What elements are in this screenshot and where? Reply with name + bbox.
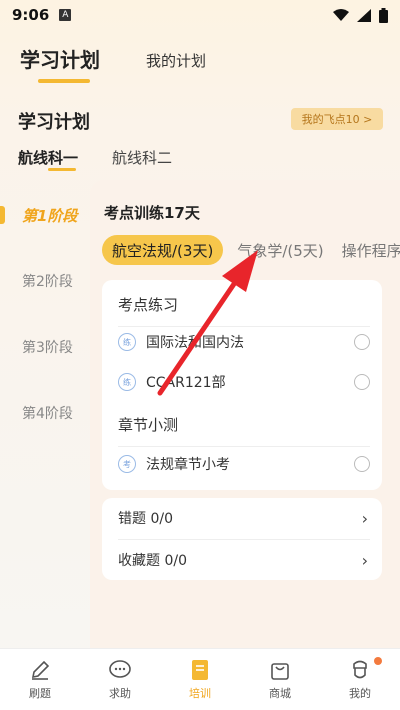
nav-item-store[interactable]: 商城 bbox=[240, 649, 320, 710]
list-item[interactable]: 考 法规章节小考 bbox=[118, 446, 370, 482]
chat-icon bbox=[109, 659, 131, 678]
fly-points-button[interactable]: 我的飞点10 > bbox=[291, 108, 383, 130]
tab-my-plan[interactable]: 我的计划 bbox=[146, 50, 206, 79]
nav-item-practice[interactable]: 刷题 bbox=[0, 649, 80, 710]
mistakes-row[interactable]: 错题 0/0 › bbox=[118, 498, 368, 538]
radio-circle[interactable] bbox=[354, 456, 370, 472]
wifi-icon bbox=[333, 8, 349, 21]
stage-item-4[interactable]: 第4阶段 bbox=[0, 380, 90, 446]
content-panel: 考点训练17天 航空法规/(3天) 气象学/(5天) 操作程序 考点练习 练 国… bbox=[90, 180, 400, 648]
nav-label: 刷题 bbox=[29, 686, 51, 700]
nav-item-training[interactable]: 培训 bbox=[160, 649, 240, 710]
section-title: 学习计划 bbox=[18, 112, 90, 133]
notification-dot bbox=[374, 657, 382, 665]
list-item[interactable]: 练 国际法和国内法 bbox=[118, 324, 370, 360]
list-item-label: CCAR121部 bbox=[146, 375, 226, 391]
radio-circle[interactable] bbox=[354, 334, 370, 350]
practice-card: 考点练习 练 国际法和国内法 练 CCAR121部 章节小测 考 法规章节小考 bbox=[102, 280, 382, 490]
radio-circle[interactable] bbox=[354, 374, 370, 390]
nav-label: 商城 bbox=[269, 686, 291, 700]
stage-item-2[interactable]: 第2阶段 bbox=[0, 248, 90, 314]
topic-tabs: 航空法规/(3天) 气象学/(5天) 操作程序 bbox=[102, 235, 400, 265]
panel-title: 考点训练17天 bbox=[104, 204, 200, 222]
chevron-right-icon: › bbox=[361, 550, 368, 570]
practice-icon: 练 bbox=[118, 333, 136, 351]
nav-label: 培训 bbox=[189, 686, 211, 700]
nav-label: 求助 bbox=[109, 686, 131, 700]
subject-tabs: 航线科一 航线科二 bbox=[18, 147, 172, 171]
bag-icon bbox=[271, 662, 289, 680]
tab-subject-2[interactable]: 航线科二 bbox=[112, 147, 172, 168]
nav-label: 我的 bbox=[349, 686, 371, 700]
quiz-section-title: 章节小测 bbox=[118, 416, 179, 434]
list-item-label: 国际法和国内法 bbox=[146, 335, 244, 351]
practice-icon: 练 bbox=[118, 373, 136, 391]
list-item-label: 法规章节小考 bbox=[146, 457, 230, 473]
stage-item-3[interactable]: 第3阶段 bbox=[0, 314, 90, 380]
topic-tab-meteorology[interactable]: 气象学/(5天) bbox=[233, 240, 327, 261]
practice-section-title: 考点练习 bbox=[118, 296, 179, 314]
nav-item-mine[interactable]: 我的 bbox=[320, 649, 400, 710]
bottom-nav: 刷题 求助 培训 商城 我的 bbox=[0, 648, 400, 710]
stage-list: 第1阶段 第2阶段 第3阶段 第4阶段 bbox=[0, 182, 90, 446]
nav-item-help[interactable]: 求助 bbox=[80, 649, 160, 710]
favorites-row[interactable]: 收藏题 0/0 › bbox=[118, 540, 368, 580]
battery-icon bbox=[379, 7, 388, 23]
status-time: 9:06 bbox=[12, 6, 50, 24]
notification-icon: A bbox=[59, 9, 72, 21]
signal-icon bbox=[357, 8, 371, 22]
tab-subject-1[interactable]: 航线科一 bbox=[18, 147, 78, 171]
top-tabs: 学习计划 我的计划 bbox=[20, 44, 206, 83]
user-icon bbox=[353, 660, 367, 678]
book-icon bbox=[192, 659, 208, 680]
topic-tab-regulations[interactable]: 航空法规/(3天) bbox=[102, 235, 224, 265]
status-icons bbox=[333, 7, 388, 23]
chevron-right-icon: › bbox=[361, 508, 368, 528]
list-item[interactable]: 练 CCAR121部 bbox=[118, 364, 370, 400]
exam-icon: 考 bbox=[118, 455, 136, 473]
mistakes-label: 错题 0/0 bbox=[118, 511, 173, 527]
review-card: 错题 0/0 › 收藏题 0/0 › bbox=[102, 498, 382, 580]
pen-icon bbox=[31, 660, 50, 680]
tab-study-plan[interactable]: 学习计划 bbox=[20, 44, 100, 83]
favorites-label: 收藏题 0/0 bbox=[118, 553, 187, 569]
topic-tab-procedures[interactable]: 操作程序 bbox=[338, 240, 400, 261]
status-bar: 9:06 A bbox=[0, 0, 400, 30]
stage-item-1[interactable]: 第1阶段 bbox=[0, 182, 90, 248]
